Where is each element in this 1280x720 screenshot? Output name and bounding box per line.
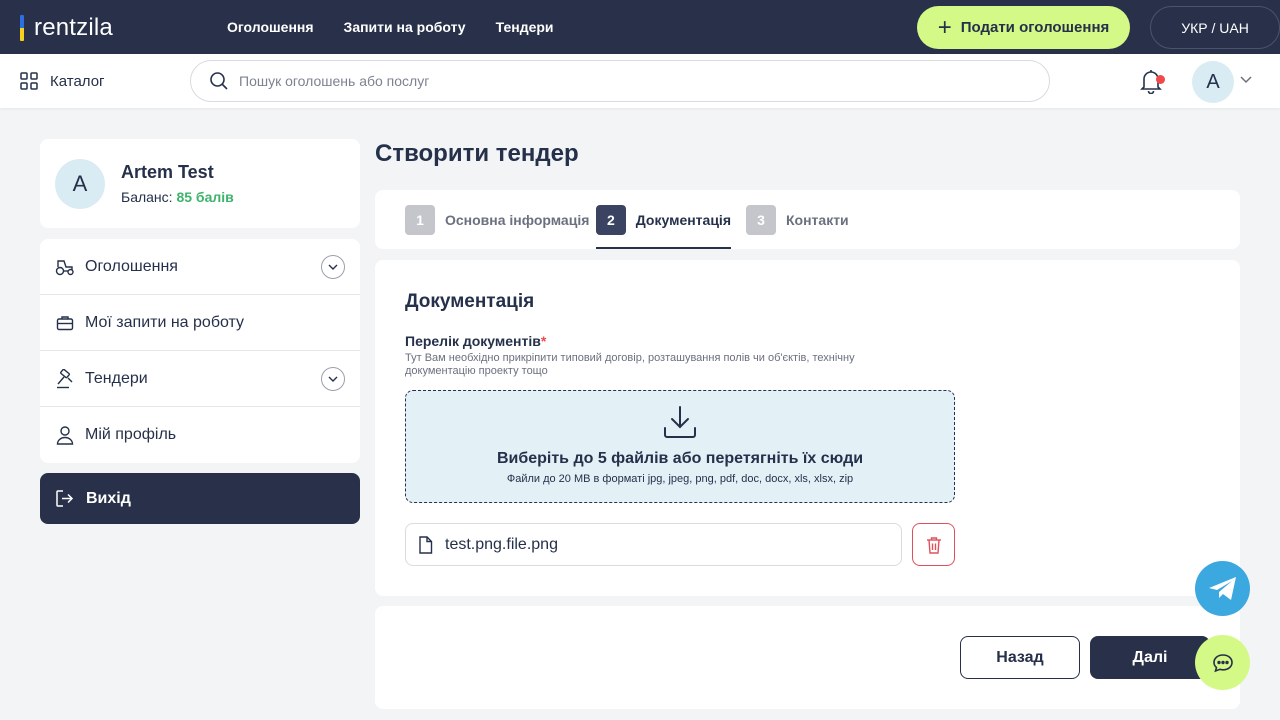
- step-label: Контакти: [786, 212, 849, 228]
- documentation-card: Документація Перелік документів* Тут Вам…: [375, 260, 1240, 596]
- dropzone-title: Виберіть до 5 файлів або перетягніть їх …: [496, 450, 864, 467]
- post-listing-label: Подати оголошення: [960, 19, 1110, 36]
- next-button[interactable]: Далі: [1090, 636, 1210, 679]
- profile-balance: Баланс: 85 балів: [121, 189, 234, 205]
- telegram-button[interactable]: [1195, 561, 1250, 616]
- sidebar-item-label: Тендери: [85, 369, 148, 387]
- sidebar-item-tenders[interactable]: Тендери: [40, 351, 360, 407]
- logo[interactable]: rentzila: [20, 14, 113, 41]
- nav-link-listings[interactable]: Оголошення: [227, 19, 314, 35]
- form-navigation: Назад Далі: [375, 606, 1240, 709]
- section-title: Документація: [405, 291, 535, 312]
- step-number: 3: [746, 205, 776, 235]
- logout-button[interactable]: Вихід: [40, 473, 360, 524]
- step-label: Документація: [635, 212, 731, 228]
- step-number: 2: [596, 205, 626, 235]
- step-number: 1: [405, 205, 435, 235]
- balance-label: Баланс:: [121, 189, 173, 205]
- file-icon: [419, 535, 433, 554]
- top-header: rentzila Оголошення Запити на роботу Тен…: [0, 0, 1280, 54]
- top-nav: Оголошення Запити на роботу Тендери: [227, 0, 584, 54]
- user-avatar[interactable]: A: [1192, 61, 1234, 103]
- profile-avatar: A: [55, 159, 105, 209]
- notification-dot: [1156, 75, 1165, 84]
- sidebar-item-my-profile[interactable]: Мій профіль: [40, 407, 360, 463]
- sidebar-item-label: Оголошення: [85, 257, 178, 275]
- download-icon: [664, 406, 696, 438]
- step-documentation[interactable]: 2 Документація: [596, 205, 731, 249]
- required-mark: *: [540, 333, 547, 349]
- page-title: Створити тендер: [375, 140, 579, 167]
- logo-flag-mark: [20, 14, 24, 41]
- chevron-down-icon[interactable]: [321, 255, 345, 279]
- logo-text: rentzila: [34, 13, 113, 41]
- search-icon: [210, 72, 228, 90]
- sidebar-item-label: Мій профіль: [85, 426, 177, 443]
- profile-name: Artem Test: [121, 162, 214, 182]
- search-input[interactable]: [239, 73, 999, 89]
- sidebar-item-label: Мої запити на роботу: [85, 313, 245, 331]
- logout-label: Вихід: [86, 489, 131, 507]
- sidebar-item-listings[interactable]: Оголошення: [40, 239, 360, 295]
- notifications-button[interactable]: [1139, 68, 1165, 96]
- step-contacts[interactable]: 3 Контакти: [746, 205, 849, 249]
- step-label: Основна інформація: [445, 212, 590, 228]
- language-currency-button[interactable]: УКР / UAH: [1150, 6, 1280, 49]
- telegram-icon: [1208, 576, 1236, 600]
- file-name: test.png.file.png: [445, 535, 558, 553]
- documents-help-text: Тут Вам необхідно прикріпити типовий дог…: [405, 352, 855, 377]
- balance-value: 85 балів: [176, 189, 234, 205]
- logout-icon: [56, 490, 74, 507]
- sidebar-menu: Оголошення Мої запити на роботу Тендери: [40, 239, 360, 463]
- user-icon: [55, 425, 75, 445]
- catalog-label: Каталог: [50, 72, 105, 90]
- back-button[interactable]: Назад: [960, 636, 1080, 679]
- delete-file-button[interactable]: [912, 523, 955, 566]
- file-dropzone[interactable]: Виберіть до 5 файлів або перетягніть їх …: [405, 390, 955, 503]
- plus-icon: +: [937, 13, 952, 41]
- stepper: 1 Основна інформація 2 Документація 3 Ко…: [375, 190, 1240, 249]
- chat-icon: [1212, 653, 1233, 672]
- trash-icon: [926, 536, 941, 554]
- profile-card: A Artem Test Баланс: 85 балів: [40, 139, 360, 228]
- nav-link-job-requests[interactable]: Запити на роботу: [344, 19, 466, 35]
- gavel-icon: [55, 368, 75, 389]
- dropzone-subtitle: Файли до 20 MB в форматі jpg, jpeg, png,…: [506, 473, 854, 485]
- briefcase-icon: [55, 313, 75, 333]
- step-basic-info[interactable]: 1 Основна інформація: [405, 205, 589, 249]
- documents-label-text: Перелік документів: [405, 333, 541, 349]
- tractor-icon: [55, 257, 75, 277]
- chevron-down-icon[interactable]: [321, 367, 345, 391]
- nav-link-tenders[interactable]: Тендери: [496, 19, 554, 35]
- uploaded-file: test.png.file.png: [405, 523, 902, 566]
- documents-label: Перелік документів*: [405, 333, 546, 349]
- chevron-down-icon[interactable]: [1240, 76, 1252, 84]
- sidebar-item-job-requests[interactable]: Мої запити на роботу: [40, 295, 360, 351]
- search-bar: [190, 60, 1050, 102]
- sub-header: Каталог A: [0, 54, 1280, 108]
- post-listing-button[interactable]: + Подати оголошення: [917, 6, 1130, 49]
- grid-icon: [20, 72, 38, 90]
- chat-button[interactable]: [1195, 635, 1250, 690]
- catalog-button[interactable]: Каталог: [20, 54, 105, 108]
